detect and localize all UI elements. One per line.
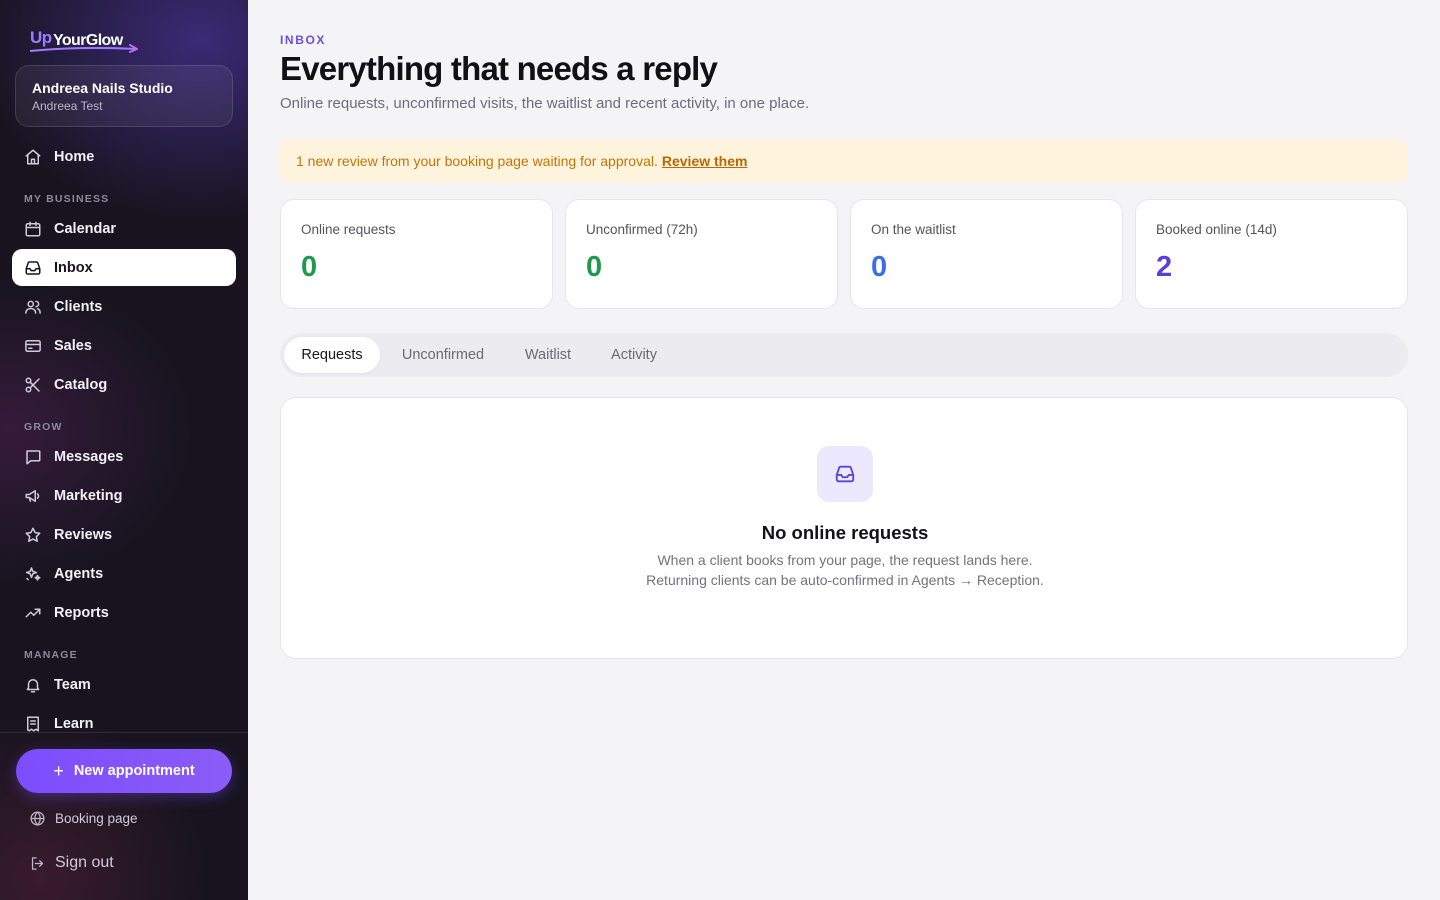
empty-state-title: No online requests xyxy=(761,522,929,543)
empty-state-description: When a client books from your page, the … xyxy=(646,552,1044,588)
booking-page-label: Booking page xyxy=(55,810,138,826)
sidebar-divider xyxy=(0,732,248,733)
sidebar-item-label: Home xyxy=(54,148,95,165)
sidebar-item-label: Learn xyxy=(54,715,94,732)
stat-value: 0 xyxy=(871,251,888,283)
stat-label: Online requests xyxy=(301,222,396,237)
trending-up-icon xyxy=(24,604,42,622)
stat-card-waitlist[interactable]: On the waitlist 0 xyxy=(850,199,1123,309)
inbox-icon xyxy=(24,259,42,277)
star-icon xyxy=(24,526,42,544)
document-icon xyxy=(24,715,42,733)
sidebar-item-label: Reviews xyxy=(54,526,113,543)
plus-icon: + xyxy=(53,761,64,781)
new-appointment-button[interactable]: + New appointment xyxy=(16,749,232,793)
page-title: Everything that needs a reply xyxy=(280,50,718,87)
sparkles-icon xyxy=(24,565,42,583)
stat-value: 2 xyxy=(1156,251,1173,283)
review-approval-banner: 1 new review from your booking page wait… xyxy=(280,139,1408,183)
requests-panel: No online requests When a client books f… xyxy=(280,397,1408,659)
sidebar-item-messages[interactable]: Messages xyxy=(12,438,236,475)
sidebar-item-inbox[interactable]: Inbox xyxy=(12,249,236,286)
logo[interactable]: Up YourGlow xyxy=(30,28,150,54)
sidebar: Up YourGlow Andreea Nails Studio Andreea… xyxy=(0,0,248,900)
stat-label: Unconfirmed (72h) xyxy=(586,222,698,237)
sidebar-item-label: Calendar xyxy=(54,220,117,237)
sidebar-item-label: Team xyxy=(54,676,91,693)
banner-text: 1 new review from your booking page wait… xyxy=(296,153,658,169)
section-label-manage: MANAGE xyxy=(24,649,78,661)
sidebar-item-label: Catalog xyxy=(54,376,108,393)
tab-requests[interactable]: Requests xyxy=(284,337,380,373)
sidebar-item-sales[interactable]: Sales xyxy=(12,327,236,364)
stat-value: 0 xyxy=(301,251,318,283)
sidebar-item-learn[interactable]: Learn xyxy=(12,705,236,742)
sidebar-item-label: Inbox xyxy=(54,259,93,276)
megaphone-icon xyxy=(24,487,42,505)
page-subtitle: Online requests, unconfirmed visits, the… xyxy=(280,95,810,112)
logo-swoosh-icon xyxy=(30,44,138,53)
studio-user: Andreea Test xyxy=(32,99,103,113)
page-eyebrow: INBOX xyxy=(280,33,327,47)
sidebar-item-team[interactable]: Team xyxy=(12,666,236,703)
calendar-icon xyxy=(24,220,42,238)
sidebar-item-calendar[interactable]: Calendar xyxy=(12,210,236,247)
tab-activity[interactable]: Activity xyxy=(594,337,674,373)
review-them-link[interactable]: Review them xyxy=(662,153,748,169)
stat-label: On the waitlist xyxy=(871,222,956,237)
studio-name: Andreea Nails Studio xyxy=(32,80,173,96)
tab-unconfirmed[interactable]: Unconfirmed xyxy=(384,337,502,373)
sidebar-item-home[interactable]: Home xyxy=(12,138,236,175)
tab-waitlist[interactable]: Waitlist xyxy=(508,337,588,373)
sign-out-button[interactable]: Sign out xyxy=(28,854,114,872)
sidebar-item-label: Sales xyxy=(54,337,92,354)
sidebar-item-marketing[interactable]: Marketing xyxy=(12,477,236,514)
inbox-icon xyxy=(817,446,873,502)
new-appointment-label: New appointment xyxy=(73,763,195,779)
sign-out-label: Sign out xyxy=(55,854,114,871)
stat-value: 0 xyxy=(586,251,603,283)
sidebar-item-catalog[interactable]: Catalog xyxy=(12,366,236,403)
users-icon xyxy=(24,298,42,316)
sidebar-item-reviews[interactable]: Reviews xyxy=(12,516,236,553)
main-content: INBOX Everything that needs a reply Onli… xyxy=(248,0,1440,900)
stat-card-online-requests[interactable]: Online requests 0 xyxy=(280,199,553,309)
section-label-grow: GROW xyxy=(24,421,63,433)
bell-icon xyxy=(24,676,42,694)
message-icon xyxy=(24,448,42,466)
sidebar-item-label: Messages xyxy=(54,448,124,465)
stat-label: Booked online (14d) xyxy=(1156,222,1277,237)
credit-card-icon xyxy=(24,337,42,355)
log-out-icon xyxy=(28,854,46,872)
sidebar-item-agents[interactable]: Agents xyxy=(12,555,236,592)
sidebar-item-label: Clients xyxy=(54,298,103,315)
booking-page-link[interactable]: Booking page xyxy=(28,809,138,827)
sidebar-item-label: Reports xyxy=(54,604,109,621)
sidebar-item-clients[interactable]: Clients xyxy=(12,288,236,325)
stat-card-booked-online[interactable]: Booked online (14d) 2 xyxy=(1135,199,1408,309)
sidebar-item-label: Agents xyxy=(54,565,104,582)
studio-switcher[interactable]: Andreea Nails Studio Andreea Test xyxy=(15,65,233,127)
inbox-tabs: Requests Unconfirmed Waitlist Activity xyxy=(280,333,1408,377)
home-icon xyxy=(24,148,42,166)
sidebar-item-reports[interactable]: Reports xyxy=(12,594,236,631)
sidebar-item-label: Marketing xyxy=(54,487,123,504)
globe-icon xyxy=(28,809,46,827)
scissors-icon xyxy=(24,376,42,394)
stat-card-unconfirmed[interactable]: Unconfirmed (72h) 0 xyxy=(565,199,838,309)
section-label-business: MY BUSINESS xyxy=(24,193,110,205)
